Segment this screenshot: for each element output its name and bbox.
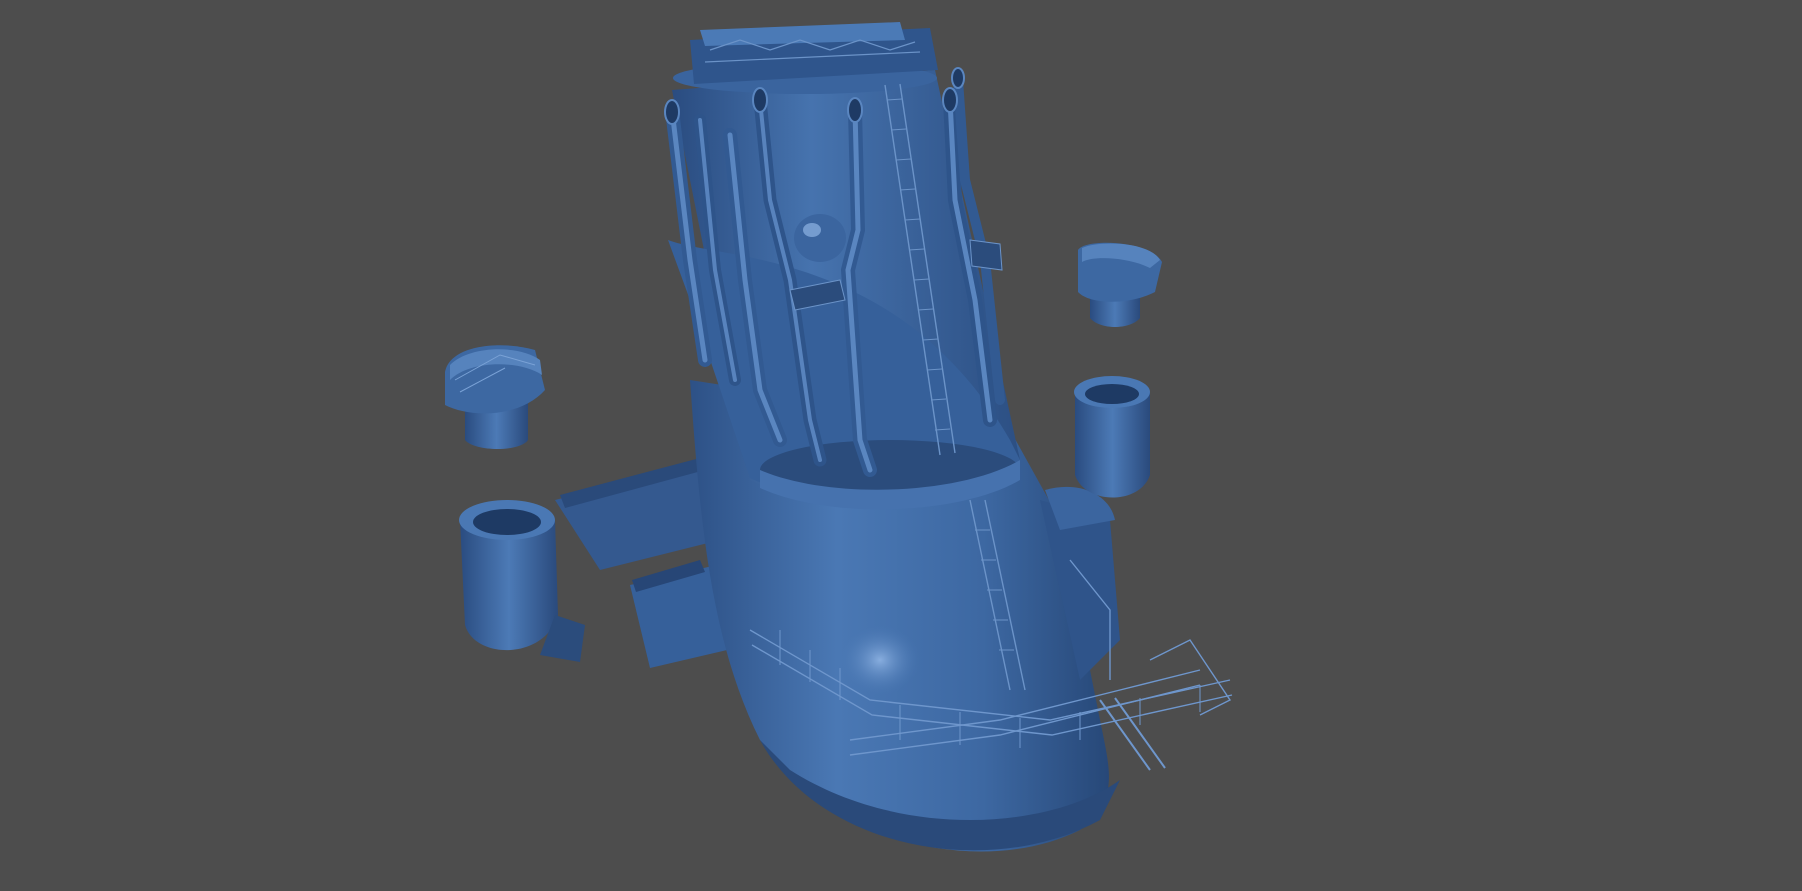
ship-superstructure-render (445, 22, 1233, 852)
3d-render-viewport (0, 0, 1802, 891)
detached-vent-cap (445, 345, 545, 449)
detached-cylinder (459, 500, 585, 662)
detached-cylinder (1074, 376, 1150, 498)
detached-vent-cap (1078, 242, 1162, 327)
